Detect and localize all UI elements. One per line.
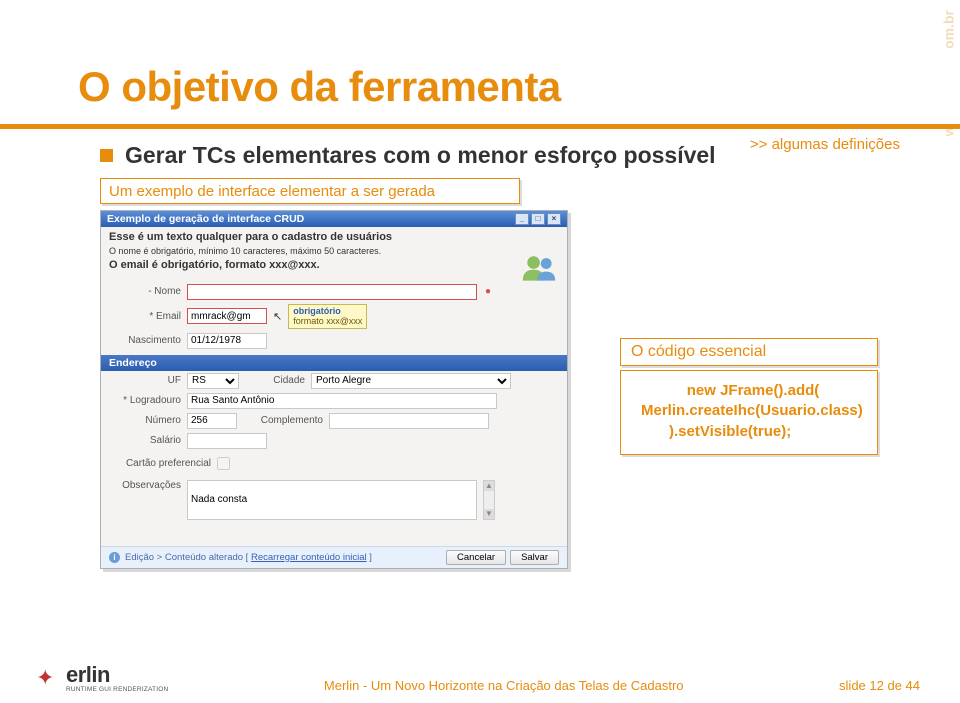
subtitle-right: >> algumas definições	[750, 136, 900, 153]
users-icon	[521, 253, 557, 283]
crud-window-title: Exemplo de geração de interface CRUD	[107, 213, 304, 225]
input-email[interactable]	[187, 308, 267, 324]
status-text: Edição > Conteúdo alterado [	[125, 552, 248, 563]
label-salario: Salário	[111, 435, 181, 446]
row-logradouro: * Logradouro	[101, 391, 567, 411]
minimize-icon[interactable]: _	[515, 213, 529, 225]
section-endereco: Endereço	[101, 355, 567, 371]
logo-name: erlin	[66, 662, 110, 688]
crud-intro: Esse é um texto qualquer para o cadastro…	[101, 227, 567, 274]
label-cartao: Cartão preferencial	[111, 458, 211, 469]
slide-counter: slide 12 de 44	[839, 678, 920, 693]
checkbox-cartao	[217, 457, 230, 470]
input-salario[interactable]	[187, 433, 267, 449]
row-numero-compl: Número Complemento	[101, 411, 567, 431]
wizard-icon: ✦	[36, 667, 62, 693]
code-line-1: new JFrame().add(	[641, 381, 865, 401]
row-cartao: Cartão preferencial	[101, 455, 567, 472]
code-caption-box: O código essencial	[620, 338, 878, 366]
cursor-icon: ↖	[273, 310, 282, 323]
row-email: * Email ↖ obrigatório formato xxx@xxx	[101, 302, 567, 331]
maximize-icon[interactable]: □	[531, 213, 545, 225]
footer-center-text: Merlin - Um Novo Horizonte na Criação da…	[168, 678, 839, 693]
bullet-square-icon	[100, 149, 113, 162]
code-line-2: Merlin.createIhc(Usuario.class)	[641, 401, 865, 421]
row-salario: Salário	[101, 431, 567, 451]
input-complemento[interactable]	[329, 413, 489, 429]
tooltip-title: obrigatório	[293, 306, 362, 316]
crud-statusbar: i Edição > Conteúdo alterado [ Recarrega…	[101, 546, 567, 568]
label-uf: UF	[111, 375, 181, 386]
title-underline	[0, 124, 960, 129]
tooltip-body: formato xxx@xxx	[293, 316, 362, 326]
slide-title-band: O objetivo da ferramenta	[0, 48, 960, 126]
label-complemento: Complemento	[243, 415, 323, 426]
select-cidade[interactable]: Porto Alegre	[311, 373, 511, 389]
slide-footer: ✦ erlin RUNTIME GUI RENDERIZATION Merlin…	[0, 652, 960, 703]
slide-title: O objetivo da ferramenta	[78, 63, 561, 111]
crud-intro-line2: O email é obrigatório, formato xxx@xxx.	[109, 259, 320, 271]
row-uf-cidade: UF RS Cidade Porto Alegre	[101, 371, 567, 391]
crud-intro-line1: O nome é obrigatório, mínimo 10 caracter…	[109, 246, 381, 256]
crud-titlebar: Exemplo de geração de interface CRUD _ □…	[101, 211, 567, 227]
info-icon: i	[109, 552, 120, 563]
status-tail: ]	[369, 552, 372, 563]
required-dot-icon: ●	[485, 286, 491, 297]
row-observacoes: Observações ▲▼	[101, 478, 567, 522]
status-reload-link[interactable]: Recarregar conteúdo inicial	[251, 552, 367, 563]
row-nascimento: Nascimento	[101, 331, 567, 351]
select-uf[interactable]: RS	[187, 373, 239, 389]
label-nome: - Nome	[111, 286, 181, 297]
label-observacoes: Observações	[111, 480, 181, 491]
row-nome: - Nome ●	[101, 282, 567, 302]
input-nascimento[interactable]	[187, 333, 267, 349]
bullet-row: Gerar TCs elementares com o menor esforç…	[100, 142, 716, 169]
logo-tagline: RUNTIME GUI RENDERIZATION	[66, 686, 168, 693]
crud-intro-bold: Esse é um texto qualquer para o cadastro…	[109, 231, 392, 243]
cancel-button[interactable]: Cancelar	[446, 550, 506, 565]
merlin-logo: ✦ erlin RUNTIME GUI RENDERIZATION	[36, 662, 168, 693]
textarea-observacoes[interactable]	[187, 480, 477, 520]
label-email: * Email	[111, 311, 181, 322]
bullet-text: Gerar TCs elementares com o menor esforç…	[125, 142, 716, 169]
close-icon[interactable]: ×	[547, 213, 561, 225]
input-nome[interactable]	[187, 284, 477, 300]
example-caption-box: Um exemplo de interface elementar a ser …	[100, 178, 520, 204]
scrollbar-icon[interactable]: ▲▼	[483, 480, 495, 520]
label-cidade: Cidade	[245, 375, 305, 386]
save-button[interactable]: Salvar	[510, 550, 559, 565]
code-box: new JFrame().add( Merlin.createIhc(Usuar…	[620, 370, 878, 455]
crud-window: Exemplo de geração de interface CRUD _ □…	[100, 210, 568, 569]
window-buttons: _ □ ×	[515, 213, 561, 225]
input-logradouro[interactable]	[187, 393, 497, 409]
label-numero: Número	[111, 415, 181, 426]
code-line-3: ).setVisible(true);	[641, 422, 865, 442]
label-nascimento: Nascimento	[111, 335, 181, 346]
label-logradouro: * Logradouro	[111, 395, 181, 406]
email-tooltip: obrigatório formato xxx@xxx	[288, 304, 367, 329]
input-numero[interactable]	[187, 413, 237, 429]
